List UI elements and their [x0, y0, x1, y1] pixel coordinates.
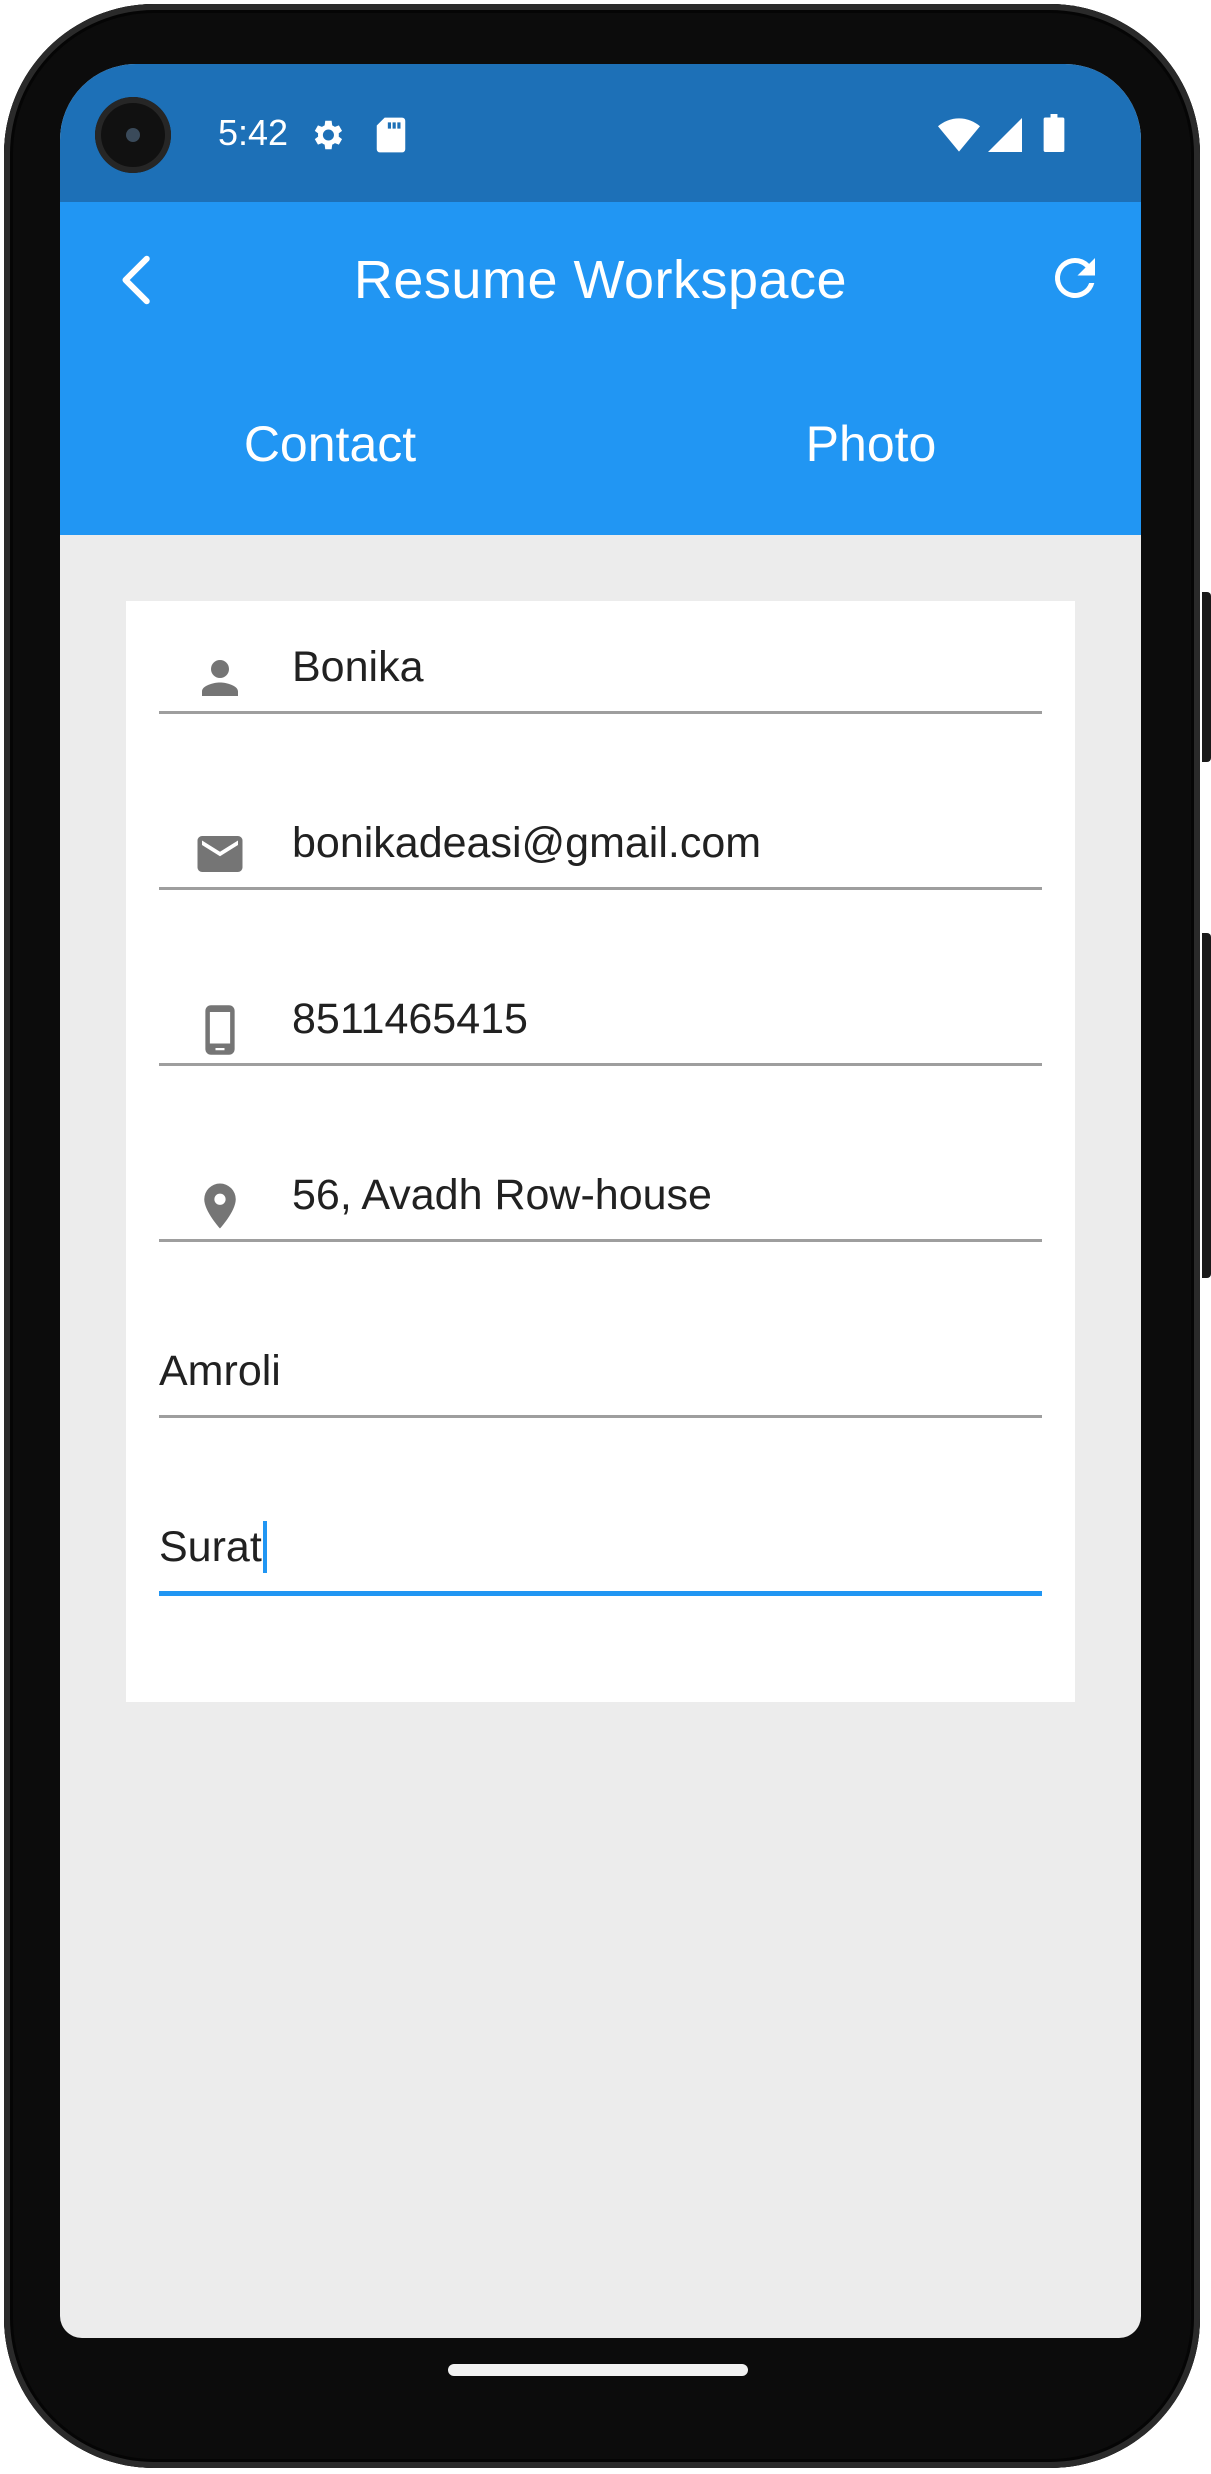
name-field[interactable]: Bonika: [159, 601, 1042, 714]
screen: 5:42 Resume Workspace Contact Photo Boni…: [60, 64, 1141, 2338]
home-indicator[interactable]: [448, 2364, 748, 2376]
person-icon: [202, 660, 238, 696]
address-value: 56, Avadh Row-house: [292, 1171, 712, 1219]
power-button: [1202, 592, 1211, 762]
email-value: bonikadeasi@gmail.com: [292, 819, 762, 867]
sd-card-icon: [374, 116, 408, 159]
phone-field[interactable]: 8511465415: [159, 953, 1042, 1066]
volume-button: [1202, 933, 1211, 1278]
tab-contact[interactable]: Contact: [60, 414, 600, 474]
app-bar: Resume Workspace Contact Photo: [60, 202, 1141, 535]
page-title: Resume Workspace: [353, 250, 848, 310]
phone-value: 8511465415: [292, 995, 528, 1043]
location-icon: [204, 1183, 236, 1229]
area-value: Amroli: [159, 1347, 281, 1395]
city-value: Surat: [159, 1523, 262, 1571]
settings-icon: [308, 116, 346, 159]
name-value: Bonika: [292, 643, 424, 691]
phone-icon: [205, 1005, 235, 1055]
city-value-wrap: Surat: [159, 1521, 267, 1573]
battery-icon: [1043, 114, 1065, 157]
front-camera: [95, 97, 171, 173]
wifi-icon: [938, 118, 980, 157]
tab-photo[interactable]: Photo: [601, 414, 1141, 474]
email-field[interactable]: bonikadeasi@gmail.com: [159, 777, 1042, 890]
refresh-button[interactable]: [1045, 248, 1105, 308]
cell-signal-icon: [988, 118, 1022, 157]
text-cursor: [262, 1521, 267, 1573]
city-field[interactable]: Surat: [159, 1481, 1042, 1596]
refresh-icon: [1054, 257, 1095, 298]
address-field[interactable]: 56, Avadh Row-house: [159, 1129, 1042, 1242]
status-time: 5:42: [218, 112, 289, 153]
email-icon: [197, 836, 243, 872]
status-bar: 5:42: [60, 64, 1141, 202]
contact-form-card: Bonika bonikadeasi@gmail.com 8511465415 …: [126, 601, 1075, 1702]
area-field[interactable]: Amroli: [159, 1305, 1042, 1418]
